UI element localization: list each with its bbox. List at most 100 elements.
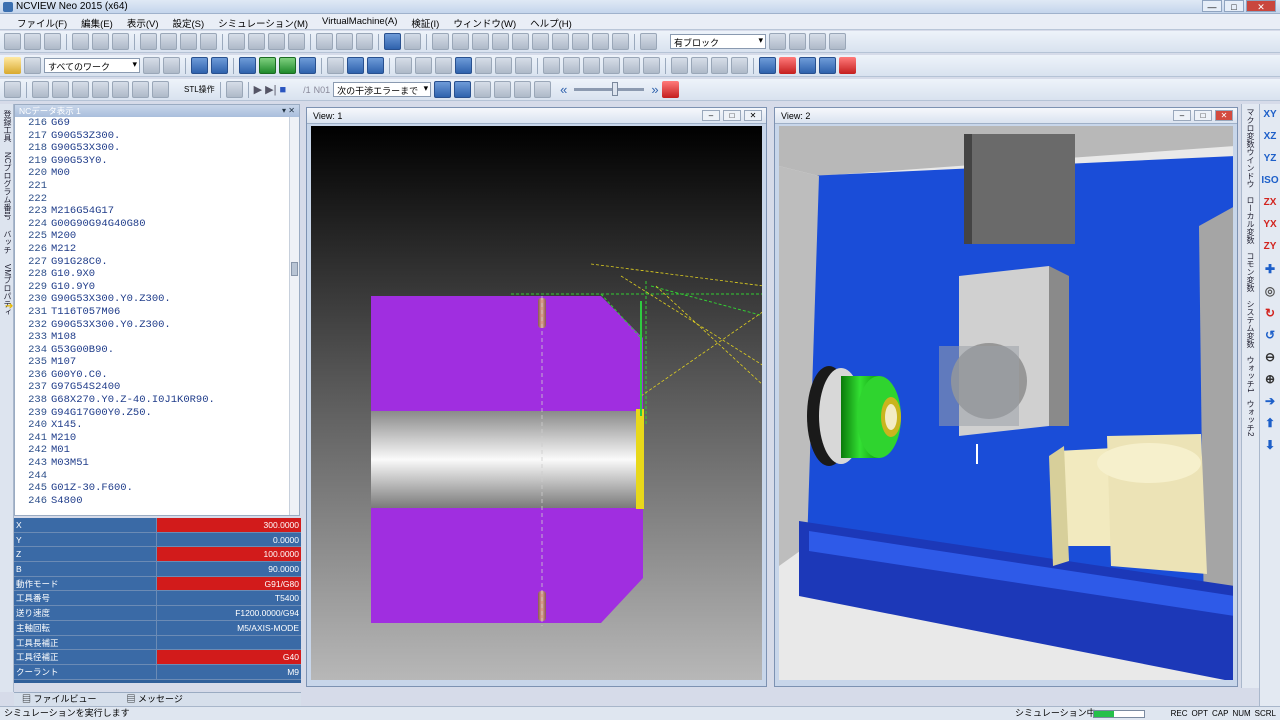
tool-green-icon[interactable] [259, 57, 276, 74]
filter-icon[interactable] [225, 81, 243, 98]
axis-icon[interactable] [455, 57, 472, 74]
view-1-maximize-button[interactable]: □ [723, 110, 741, 121]
axis-move-icon[interactable] [4, 81, 21, 98]
nc-line[interactable]: 235 M107 [15, 356, 291, 369]
eraser-icon[interactable] [24, 57, 41, 74]
check2-icon[interactable] [454, 81, 472, 98]
cutter-blue-icon[interactable] [347, 57, 364, 74]
vm-c-icon[interactable] [799, 57, 816, 74]
vm-m-icon[interactable] [779, 57, 796, 74]
shape-icon[interactable] [671, 57, 688, 74]
rotate-view-icon[interactable]: ◎ [1260, 280, 1280, 302]
nc-line[interactable]: 241 M210 [15, 432, 291, 445]
table-icon[interactable] [691, 57, 708, 74]
tab-local-variables[interactable]: ローカル変数 [1245, 196, 1256, 244]
block-next-icon[interactable] [789, 33, 806, 50]
diff-icon[interactable] [603, 57, 620, 74]
redo-icon[interactable] [492, 33, 509, 50]
menu-virtualmachine[interactable]: VirtualMachine(A) [315, 14, 404, 29]
nc-line[interactable]: 223 M216G54G17 [15, 205, 291, 218]
stl-operation-label[interactable]: STL操作 [184, 84, 215, 95]
copy-icon[interactable] [248, 33, 265, 50]
tab-common-variables[interactable]: コモン変数 [1245, 252, 1256, 292]
zoom-out-icon[interactable]: ⊖ [1260, 346, 1280, 368]
tool-edit-icon[interactable] [92, 81, 109, 98]
columns-icon[interactable] [336, 33, 353, 50]
vm-c2-icon[interactable] [819, 57, 836, 74]
zoom-in-icon[interactable]: ⊕ [1260, 368, 1280, 390]
zoom-icon[interactable] [572, 33, 589, 50]
work-tool-icon[interactable] [143, 57, 160, 74]
menu-window[interactable]: ウィンドウ(W) [446, 14, 523, 30]
goto-line-icon[interactable] [180, 33, 197, 50]
view-zx-button[interactable]: ZX [1260, 192, 1280, 214]
tab-system-variables[interactable]: システム変数 [1245, 300, 1256, 348]
scroll-thumb[interactable] [291, 262, 298, 276]
block-combo[interactable]: 有ブロック [670, 34, 766, 49]
wrench-icon[interactable] [163, 57, 180, 74]
nc-line[interactable]: 244 [15, 470, 291, 483]
undo-icon[interactable] [472, 33, 489, 50]
find-icon[interactable] [140, 33, 157, 50]
settings-icon[interactable] [829, 33, 846, 50]
nc-line[interactable]: 228 G10.9X0 [15, 268, 291, 281]
minimize-button[interactable]: — [1202, 0, 1222, 12]
menu-edit[interactable]: 編集(E) [74, 14, 120, 30]
tool-view-icon[interactable] [72, 81, 89, 98]
view-xz-button[interactable]: XZ [1260, 126, 1280, 148]
convert-icon[interactable] [532, 33, 549, 50]
work-combo[interactable]: すべてのワーク [44, 58, 140, 73]
view-1-minimize-button[interactable]: – [702, 110, 720, 121]
context-help-icon[interactable] [404, 33, 421, 50]
nc-line[interactable]: 224 G00G90G94G40G80 [15, 218, 291, 231]
measure-icon[interactable] [435, 57, 452, 74]
nc-line[interactable]: 245 G01Z-30.F600. [15, 482, 291, 495]
section-icon[interactable] [563, 57, 580, 74]
rotate-icon[interactable] [612, 33, 629, 50]
step-icon[interactable]: ▶| [265, 83, 276, 96]
block-prev-icon[interactable] [769, 33, 786, 50]
check-icon[interactable] [434, 81, 452, 98]
nc-line[interactable]: 240 X145. [15, 419, 291, 432]
view-2-maximize-button[interactable]: □ [1194, 110, 1212, 121]
nc-line[interactable]: 243 M03M51 [15, 457, 291, 470]
tab-batch[interactable]: バッチ [2, 230, 13, 254]
cutter-holder-icon[interactable] [367, 57, 384, 74]
check3-icon[interactable] [474, 81, 492, 98]
machine-icon[interactable] [191, 57, 208, 74]
nc-line[interactable]: 233 M108 [15, 331, 291, 344]
tab-message[interactable]: ▤ メッセージ [127, 693, 183, 706]
close-button[interactable]: ✕ [1246, 0, 1276, 12]
pin-icon[interactable]: ▾ ✕ [282, 105, 295, 117]
table3-icon[interactable] [731, 57, 748, 74]
macro-icon[interactable] [552, 33, 569, 50]
speed-slow-icon[interactable]: « [560, 82, 567, 97]
maximize-button[interactable]: □ [1224, 0, 1244, 12]
print-icon[interactable] [112, 33, 129, 50]
tab-file-view[interactable]: ▤ ファイルビュー [22, 693, 97, 706]
fixture-icon[interactable] [415, 57, 432, 74]
line-icon[interactable] [623, 57, 640, 74]
nc-line[interactable]: 246 S4800 [15, 495, 291, 508]
rotate-x-icon[interactable]: ↻ [1260, 302, 1280, 324]
redo-tool-icon[interactable] [92, 33, 109, 50]
pan-up-icon[interactable]: ⬆ [1260, 412, 1280, 434]
pan-right-icon[interactable]: ➔ [1260, 390, 1280, 412]
marker-icon[interactable] [661, 81, 679, 98]
path-icon[interactable] [475, 57, 492, 74]
play-icon[interactable]: ▶ [254, 83, 262, 96]
nc-line[interactable]: 222 [15, 193, 291, 206]
new-file-icon[interactable] [4, 33, 21, 50]
tab-watch-1[interactable]: ウォッチ1 [1245, 356, 1256, 392]
nc-line[interactable]: 227 G91G28C0. [15, 256, 291, 269]
cutter-icon[interactable] [327, 57, 344, 74]
layout-icon[interactable] [316, 33, 333, 50]
tab-nc-program-number[interactable]: NCプログラム番号 [2, 152, 13, 220]
shape-view-icon[interactable] [32, 81, 49, 98]
cut-icon[interactable] [228, 33, 245, 50]
vm-sp-icon[interactable] [839, 57, 856, 74]
path-show-icon[interactable] [515, 57, 532, 74]
tool-print-icon[interactable] [299, 57, 316, 74]
block-icon[interactable] [640, 33, 657, 50]
nc-line[interactable]: 216 G69 [15, 117, 291, 130]
